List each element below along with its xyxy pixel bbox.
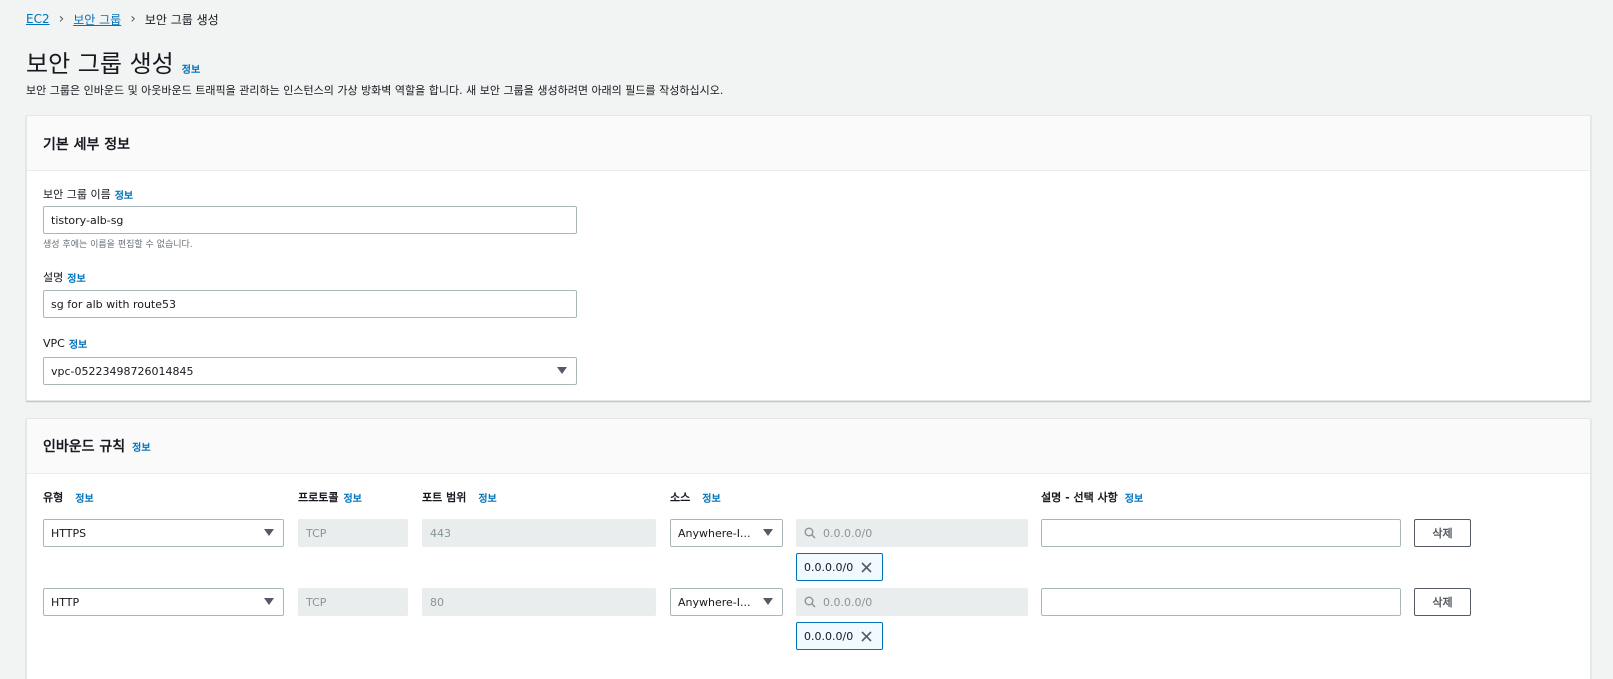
cidr-token: 0.0.0.0/0	[796, 622, 883, 650]
rule-cidr-placeholder: 0.0.0.0/0	[823, 595, 873, 609]
rule-cidr-search-input[interactable]: 0.0.0.0/0	[796, 519, 1028, 547]
description-label: 설명 정보	[43, 269, 86, 285]
security-group-name-hint: 생성 후에는 이름을 편집할 수 없습니다.	[43, 240, 193, 250]
close-icon[interactable]	[861, 561, 872, 573]
vpc-label: VPC 정보	[43, 336, 87, 351]
inbound-rules-info-link[interactable]: 정보	[132, 439, 150, 454]
description-label-text: 설명	[43, 271, 64, 284]
description-info-link[interactable]: 정보	[67, 270, 85, 285]
rule-source-value: Anywhere-I...	[678, 595, 751, 609]
cidr-token-label: 0.0.0.0/0	[804, 629, 854, 643]
rule-cidr-placeholder: 0.0.0.0/0	[823, 526, 873, 540]
column-protocol-header: 프로토콜 정보	[298, 489, 362, 505]
search-icon	[804, 596, 816, 608]
column-source-label: 소스	[670, 491, 691, 504]
vpc-label-text: VPC	[43, 337, 65, 350]
rule-protocol-value: TCP	[306, 526, 327, 540]
basic-details-header: 기본 세부 정보	[27, 116, 1590, 171]
column-source-info-link[interactable]: 정보	[702, 490, 720, 505]
search-icon	[804, 527, 816, 539]
rule-type-select[interactable]: HTTPS	[43, 519, 284, 547]
column-source-header: 소스 정보	[670, 489, 721, 505]
inbound-rules-title-text: 인바운드 규칙	[43, 439, 126, 455]
basic-details-panel: 기본 세부 정보 보안 그룹 이름 정보 생성 후에는 이름을 편집할 수 없습…	[26, 115, 1591, 401]
cidr-token-label: 0.0.0.0/0	[804, 560, 854, 574]
caret-down-icon	[264, 529, 274, 536]
rule-delete-button[interactable]: 삭제	[1414, 588, 1471, 616]
column-port-label: 포트 범위	[422, 491, 467, 504]
rule-protocol-field: TCP	[298, 588, 408, 616]
column-protocol-label: 프로토콜	[298, 491, 339, 504]
page-title-row: 보안 그룹 생성 정보	[26, 44, 200, 79]
basic-details-title-text: 기본 세부 정보	[43, 137, 131, 153]
column-description-header: 설명 - 선택 사항 정보	[1041, 489, 1143, 505]
cidr-token: 0.0.0.0/0	[796, 553, 883, 581]
column-type-info-link[interactable]: 정보	[75, 490, 93, 505]
rule-port-value: 80	[430, 595, 444, 609]
security-group-name-label: 보안 그룹 이름 정보	[43, 186, 133, 202]
rule-description-input[interactable]	[1041, 588, 1401, 616]
caret-down-icon	[557, 367, 567, 374]
page-title: 보안 그룹 생성	[26, 50, 174, 78]
rule-port-field: 443	[422, 519, 656, 547]
caret-down-icon	[264, 598, 274, 605]
breadcrumb-ec2-link[interactable]: EC2	[26, 12, 50, 26]
rule-protocol-field: TCP	[298, 519, 408, 547]
rule-cidr-search-input[interactable]: 0.0.0.0/0	[796, 588, 1028, 616]
page-description: 보안 그룹은 인바운드 및 아웃바운드 트래픽을 관리하는 인스턴스의 가상 방…	[26, 84, 724, 97]
security-group-name-input[interactable]	[43, 206, 577, 234]
security-group-name-info-link[interactable]: 정보	[115, 187, 133, 202]
page-title-info-link[interactable]: 정보	[182, 61, 200, 76]
rule-port-field: 80	[422, 588, 656, 616]
rule-port-value: 443	[430, 526, 451, 540]
vpc-select-value: vpc-05223498726014845	[51, 364, 194, 378]
column-type-label: 유형	[43, 491, 64, 504]
rule-source-select[interactable]: Anywhere-I...	[670, 519, 783, 547]
column-port-info-link[interactable]: 정보	[478, 490, 496, 505]
breadcrumb-current: 보안 그룹 생성	[144, 12, 219, 27]
close-icon[interactable]	[861, 630, 872, 642]
rule-delete-button[interactable]: 삭제	[1414, 519, 1471, 547]
breadcrumb-security-groups-link[interactable]: 보안 그룹	[73, 11, 121, 28]
inbound-rules-panel: 인바운드 규칙 정보 유형 정보 프로토콜 정보 포트 범위 정보 소스 정보 …	[26, 418, 1591, 679]
vpc-select[interactable]: vpc-05223498726014845	[43, 357, 577, 385]
column-port-header: 포트 범위 정보	[422, 489, 497, 505]
rule-type-value: HTTPS	[51, 526, 87, 540]
column-description-info-link[interactable]: 정보	[1125, 490, 1143, 505]
vpc-info-link[interactable]: 정보	[69, 336, 87, 351]
inbound-rules-header: 인바운드 규칙 정보	[27, 419, 1590, 474]
caret-down-icon	[763, 529, 773, 536]
rule-source-select[interactable]: Anywhere-I...	[670, 588, 783, 616]
rule-type-select[interactable]: HTTP	[43, 588, 284, 616]
column-type-header: 유형 정보	[43, 489, 94, 505]
rule-type-value: HTTP	[51, 595, 80, 609]
rule-description-input[interactable]	[1041, 519, 1401, 547]
caret-down-icon	[763, 598, 773, 605]
chevron-right-icon: ›	[58, 11, 65, 27]
basic-details-title: 기본 세부 정보	[43, 134, 130, 154]
column-description-label: 설명 - 선택 사항	[1041, 491, 1118, 504]
chevron-right-icon: ›	[130, 11, 136, 27]
description-input[interactable]	[43, 290, 577, 318]
rule-protocol-value: TCP	[306, 595, 327, 609]
column-protocol-info-link[interactable]: 정보	[343, 490, 361, 505]
inbound-rules-title: 인바운드 규칙 정보	[43, 436, 151, 456]
breadcrumb: EC2 › 보안 그룹 › 보안 그룹 생성	[26, 10, 219, 28]
security-group-name-label-text: 보안 그룹 이름	[43, 188, 111, 201]
rule-source-value: Anywhere-I...	[678, 526, 751, 540]
